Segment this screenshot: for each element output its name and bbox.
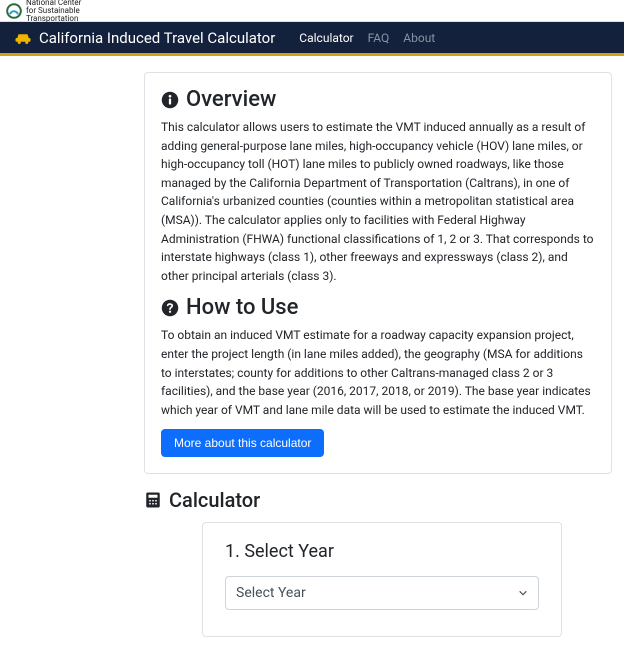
page: Overview This calculator allows users to… [0, 56, 624, 649]
overview-card: Overview This calculator allows users to… [144, 72, 612, 474]
nav-calculator[interactable]: Calculator [299, 31, 353, 45]
info-icon [161, 91, 179, 109]
year-select[interactable]: Select Year [225, 576, 539, 610]
nav-about[interactable]: About [403, 31, 435, 45]
overview-body: This calculator allows users to estimate… [161, 118, 595, 285]
nav-faq[interactable]: FAQ [368, 31, 390, 45]
howto-heading: How to Use [161, 295, 595, 320]
org-strip: National Center for Sustainable Transpor… [0, 0, 624, 22]
more-about-button[interactable]: More about this calculator [161, 429, 324, 457]
org-logo-icon [6, 3, 22, 19]
brand-link[interactable]: California Induced Travel Calculator [14, 29, 275, 47]
question-icon [161, 299, 179, 317]
step1-title: 1. Select Year [225, 541, 539, 562]
org-logo-link[interactable]: National Center for Sustainable Transpor… [6, 0, 81, 23]
howto-body: To obtain an induced VMT estimate for a … [161, 326, 595, 419]
overview-heading: Overview [161, 87, 595, 112]
chevron-down-icon [518, 588, 528, 598]
navbar: California Induced Travel Calculator Cal… [0, 22, 624, 56]
brand-title: California Induced Travel Calculator [39, 29, 275, 47]
org-name: National Center for Sustainable Transpor… [26, 0, 81, 23]
nav-links: Calculator FAQ About [299, 31, 435, 45]
car-icon [14, 31, 32, 45]
calculator-heading-text: Calculator [169, 488, 260, 512]
overview-heading-text: Overview [186, 87, 276, 112]
calculator-step-card: 1. Select Year Select Year [202, 522, 562, 637]
calculator-heading: Calculator [144, 488, 612, 512]
calculator-icon [144, 491, 162, 509]
howto-heading-text: How to Use [186, 295, 298, 320]
year-select-value: Select Year [236, 585, 306, 601]
